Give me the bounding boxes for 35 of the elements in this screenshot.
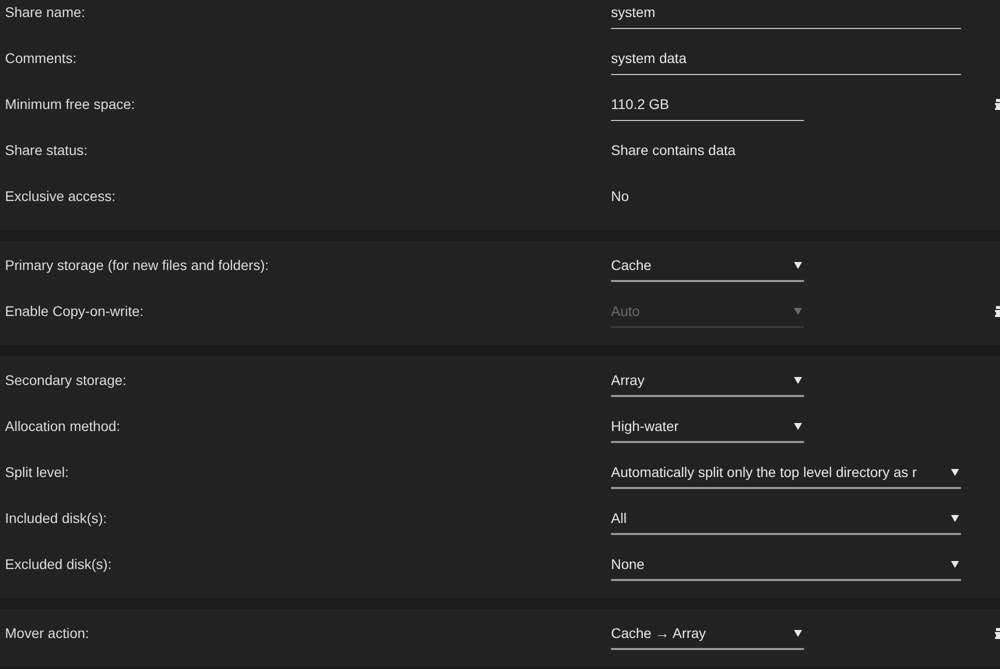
field-label: Mover action: (5, 624, 90, 643)
caret-icon (951, 514, 959, 522)
caret-icon (794, 376, 802, 384)
text-field[interactable]: 110.2 GB (611, 93, 804, 121)
dropdown[interactable]: Automatically split only the top level directory as r (611, 461, 961, 489)
field-label: Share status: (5, 141, 88, 160)
caret-icon (794, 308, 802, 314)
field-label: Split level: (5, 463, 69, 482)
dropdown[interactable]: Cache → Array (611, 622, 804, 650)
dropdown[interactable]: All (611, 507, 961, 535)
value-text: Share contains data (611, 141, 736, 160)
value-text: No (611, 187, 629, 206)
field-label: Enable Copy-on-write: (5, 302, 144, 321)
field-label: Primary storage (for new files and folders): (5, 256, 269, 275)
field-label: Included disk(s): (5, 509, 107, 528)
field-label: Share name: (5, 3, 86, 22)
dropdown[interactable]: Cache (611, 254, 804, 282)
caret-icon (951, 468, 959, 476)
field-label: Allocation method: (5, 417, 120, 436)
field-label: Secondary storage: (5, 371, 126, 390)
caret-icon (794, 630, 802, 636)
dropdown[interactable]: Array (611, 369, 804, 397)
info-icon[interactable] (995, 99, 1000, 110)
dropdown[interactable]: None (611, 553, 961, 581)
text-field[interactable]: system data (611, 47, 961, 75)
caret-icon (794, 262, 802, 268)
field-label: Excluded disk(s): (5, 555, 112, 574)
caret-icon (794, 422, 802, 430)
text-field[interactable]: system (611, 1, 961, 29)
field-label: Minimum free space: (5, 95, 135, 114)
dropdown[interactable]: High-water (611, 415, 804, 443)
field-label: Exclusive access: (5, 187, 116, 206)
field-label: Comments: (5, 49, 77, 68)
info-icon[interactable] (995, 628, 1000, 639)
caret-icon (951, 560, 959, 568)
